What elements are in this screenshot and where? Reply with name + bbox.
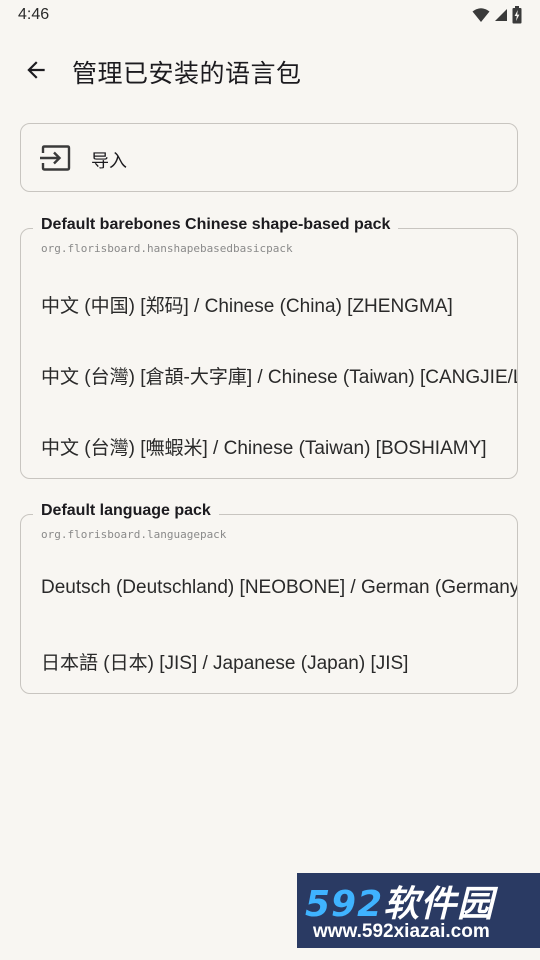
import-button[interactable]: 导入 (20, 123, 518, 192)
group-content: org.florisboard.hanshapebasedbasicpack 中… (21, 229, 517, 478)
list-item[interactable]: 中文 (台灣) [倉頡-大字庫] / Chinese (Taiwan) [CAN… (41, 362, 517, 389)
page-title: 管理已安装的语言包 (72, 59, 302, 88)
group-content: org.florisboard.languagepack Deutsch (De… (21, 515, 517, 693)
import-icon (39, 145, 71, 171)
list-item[interactable]: 中文 (台灣) [嘸蝦米] / Chinese (Taiwan) [BOSHIA… (41, 433, 487, 460)
arrow-back-icon (23, 57, 49, 87)
language-pack-group: org.florisboard.hanshapebasedbasicpack 中… (20, 216, 518, 479)
watermark-url: www.592xiazai.com (313, 921, 490, 942)
watermark-logo: 592软件园 www.592xiazai.com (297, 873, 540, 948)
pack-id: org.florisboard.hanshapebasedbasicpack (41, 242, 293, 255)
wifi-icon (472, 7, 490, 23)
group-title: Default language pack (33, 502, 219, 520)
group-title: Default barebones Chinese shape-based pa… (33, 216, 399, 234)
list-item[interactable]: 日本語 (日本) [JIS] / Japanese (Japan) [JIS] (41, 648, 408, 675)
status-time: 4:46 (18, 6, 50, 23)
status-bar: 4:46 (0, 0, 540, 32)
status-icons (472, 6, 522, 24)
language-pack-group: org.florisboard.languagepack Deutsch (De… (20, 502, 518, 694)
pack-id: org.florisboard.languagepack (41, 528, 227, 541)
watermark-brand: 592软件园 (305, 875, 494, 927)
list-item[interactable]: Deutsch (Deutschland) [NEOBONE] / German… (41, 577, 517, 599)
watermark-brand-num: 592 (305, 884, 384, 925)
cellular-icon (494, 8, 508, 22)
app-bar: 管理已安装的语言包 (0, 40, 540, 104)
back-button[interactable] (16, 52, 56, 92)
list-item[interactable]: 中文 (中国) [郑码] / Chinese (China) [ZHENGMA] (41, 291, 453, 318)
import-label: 导入 (91, 151, 127, 172)
watermark-brand-text: 软件园 (383, 884, 495, 925)
battery-charging-icon (512, 6, 522, 24)
